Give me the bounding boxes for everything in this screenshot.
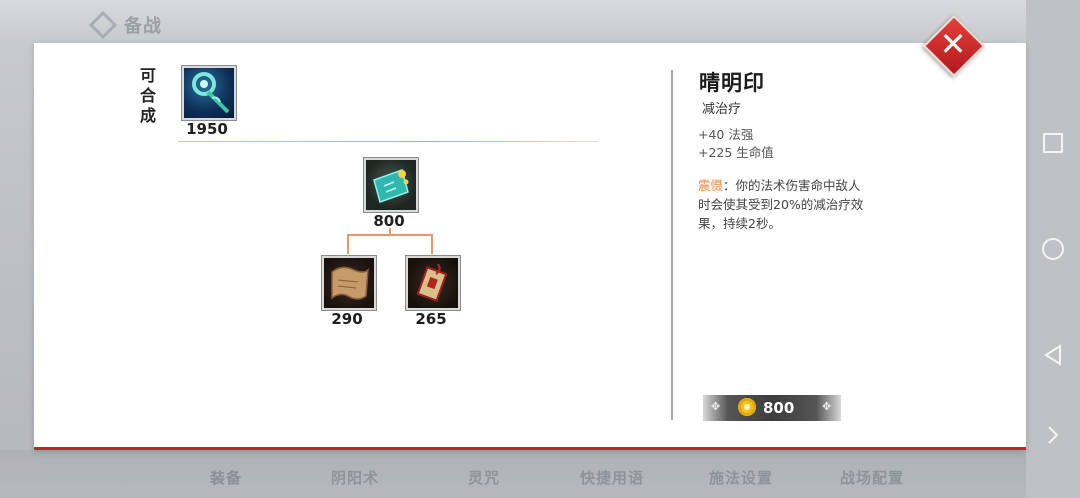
- tab-spells: 灵咒: [468, 469, 501, 487]
- talisman-scroll-icon[interactable]: [364, 158, 418, 212]
- item-tag: 减治疗: [702, 102, 742, 117]
- ornament-icon: ✥: [711, 400, 721, 413]
- close-icon[interactable]: ✕: [933, 24, 973, 64]
- background-header: 备战: [0, 0, 1026, 44]
- craftable-divider: [178, 141, 598, 142]
- tab-onmyodo: 阴阳术: [331, 469, 380, 487]
- coin-icon: [738, 398, 756, 416]
- tree-connector: [431, 234, 433, 254]
- tab-battle-config: 战场配置: [840, 469, 905, 487]
- home-icon[interactable]: [1042, 238, 1064, 260]
- craftable-label-char: 可: [139, 66, 156, 85]
- item-stat: +225 生命值: [698, 145, 774, 160]
- red-charm-icon[interactable]: [406, 256, 460, 310]
- ornament-icon: ✥: [822, 400, 832, 413]
- tree-connector: [347, 234, 349, 254]
- recent-apps-icon[interactable]: [1043, 133, 1063, 153]
- item-passive: 震慑：你的法术伤害命中敌人时会使其受到20%的减治疗效果，持续2秒。: [698, 176, 868, 233]
- tab-cast-settings: 施法设置: [709, 469, 774, 487]
- item-name: 晴明印: [699, 71, 765, 95]
- item-price: 800: [763, 399, 795, 417]
- background-title: 备战: [124, 16, 162, 37]
- back-icon[interactable]: [1043, 344, 1063, 366]
- passive-description: ：你的法术伤害命中敌人时会使其受到20%的减治疗效果，持续2秒。: [698, 178, 864, 231]
- tab-equipment: 装备: [210, 469, 243, 487]
- panel-divider: [671, 70, 673, 420]
- recipe-child-2-price: 265: [415, 310, 447, 328]
- craftable-label-char: 成: [139, 106, 156, 125]
- parchment-icon[interactable]: [322, 256, 376, 310]
- recipe-child-1-price: 290: [331, 310, 363, 328]
- chevron-right-icon[interactable]: [1043, 424, 1063, 444]
- craftable-label: 可 合 成: [138, 66, 158, 126]
- tab-quick-chat: 快捷用语: [580, 469, 645, 487]
- craftable-label-char: 合: [139, 86, 156, 105]
- diamond-icon: [88, 10, 118, 40]
- craftable-item-price: 1950: [186, 120, 228, 138]
- jade-staff-icon[interactable]: [182, 66, 236, 120]
- passive-name: 震慑: [698, 178, 724, 193]
- item-stat: +40 法强: [698, 127, 754, 142]
- tree-connector: [347, 234, 433, 236]
